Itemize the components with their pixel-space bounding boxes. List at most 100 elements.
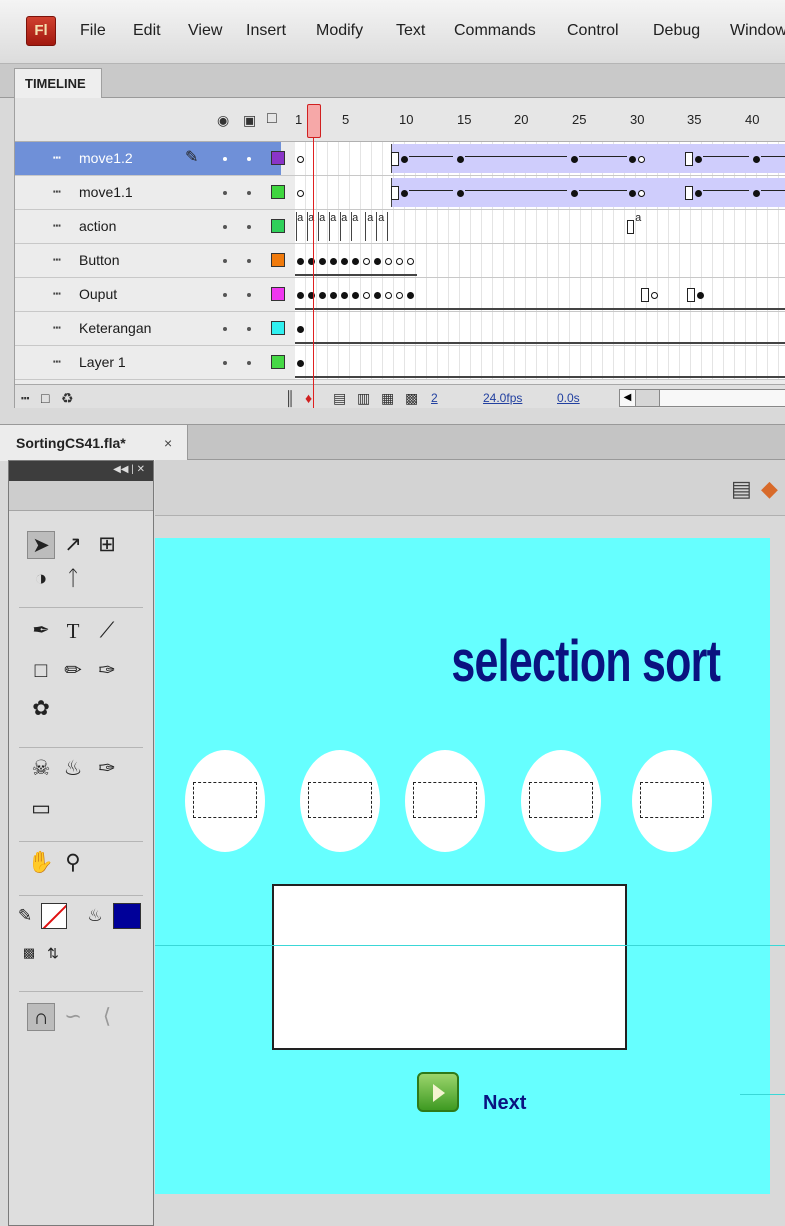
layer-row-ouput[interactable]: ┅ Ouput [15,278,785,312]
onion-skin-icon[interactable]: ▤ [333,390,346,407]
swap-colors-icon[interactable]: ⇅ [39,939,67,967]
keyframe-dot[interactable] [571,190,578,197]
frames-row[interactable] [295,142,785,175]
keyframe-dot[interactable] [457,190,464,197]
rectangle-tool-icon[interactable]: □ [27,657,55,685]
smooth-icon[interactable]: ∽ [59,1003,87,1031]
deco-tool-icon[interactable]: ✿ [27,695,55,723]
frame-action-label[interactable]: a [341,214,348,225]
keyframe-dot[interactable] [352,258,359,265]
frames-row[interactable] [295,346,785,379]
layer-color-box[interactable] [271,253,285,267]
scroll-thumb[interactable] [636,390,660,406]
lasso-tool-icon[interactable]: ᛏ [59,565,87,593]
layer-name[interactable]: Layer 1 [79,354,126,370]
keyframe[interactable] [627,220,634,234]
blank-keyframe[interactable] [363,258,370,265]
lock-dot[interactable] [247,157,251,161]
3d-rotation-tool-icon[interactable]: ◑ [27,565,55,593]
keyframe-dot[interactable] [753,190,760,197]
center-frame-icon[interactable]: ♦ [305,390,312,406]
keyframe-dot[interactable] [407,292,414,299]
keyframe-dot[interactable] [352,292,359,299]
layer-color-box[interactable] [271,287,285,301]
number-circle[interactable] [185,750,265,852]
delete-layer-icon[interactable]: ♻ [61,390,74,407]
menu-edit[interactable]: Edit [133,22,161,40]
playhead-marker[interactable] [307,104,321,138]
visibility-dot[interactable] [223,191,227,195]
tools-panel-header[interactable]: ◀◀ | ✕ [9,461,153,481]
blank-keyframe[interactable] [297,190,304,197]
show-hide-eye-icon[interactable]: ◉ [217,112,229,129]
number-input-field[interactable] [308,782,372,818]
blank-keyframe[interactable] [638,190,645,197]
eraser-tool-icon[interactable]: ▭ [27,795,55,823]
layer-name[interactable]: Button [79,252,119,268]
pencil-tool-icon[interactable]: ✏ [59,657,87,685]
menu-file[interactable]: File [80,22,106,40]
lock-dot[interactable] [247,293,251,297]
keyframe-dot[interactable] [330,258,337,265]
edit-multiple-frames-icon[interactable]: ▦ [381,390,394,407]
frames-row[interactable] [295,278,785,311]
keyframe[interactable] [685,152,693,166]
modify-onion-markers-icon[interactable]: ▩ [405,390,418,407]
layer-color-box[interactable] [271,219,285,233]
blank-keyframe[interactable] [363,292,370,299]
text-tool-icon[interactable]: T [59,617,87,645]
menu-modify[interactable]: Modify [316,22,363,40]
layer-row-keterangan[interactable]: ┅ Keterangan [15,312,785,346]
visibility-dot[interactable] [223,293,227,297]
keyframe[interactable] [641,288,649,302]
frames-row[interactable] [295,312,785,345]
layer-color-box[interactable] [271,321,285,335]
keyframe-dot[interactable] [297,292,304,299]
frame-action-label[interactable]: a [367,214,374,225]
frame-action-label[interactable]: a [635,214,642,225]
zoom-tool-icon[interactable]: ⚲ [59,849,87,877]
keyframe-dot[interactable] [695,156,702,163]
frames-row[interactable] [295,176,785,209]
blank-keyframe[interactable] [638,156,645,163]
menu-debug[interactable]: Debug [653,22,700,40]
layer-color-box[interactable] [271,185,285,199]
blank-keyframe[interactable] [297,156,304,163]
visibility-dot[interactable] [223,225,227,229]
lock-icon[interactable]: ▣ [243,112,256,129]
number-input-field[interactable] [193,782,257,818]
number-input-field[interactable] [640,782,704,818]
blank-keyframe[interactable] [407,258,414,265]
lock-dot[interactable] [247,327,251,331]
keyframe-dot[interactable] [697,292,704,299]
keyframe-dot[interactable] [319,292,326,299]
keyframe-dot[interactable] [571,156,578,163]
layer-name[interactable]: Keterangan [79,320,151,336]
snap-to-objects-icon[interactable]: ∩ [27,1003,55,1031]
keyframe-dot[interactable] [297,326,304,333]
next-button[interactable] [417,1072,459,1112]
new-layer-icon[interactable]: ┅ [21,390,29,407]
menu-window[interactable]: Window [730,22,785,40]
keyframe[interactable] [391,152,399,166]
number-circle[interactable] [632,750,712,852]
edit-scene-icon[interactable]: ▤ [731,476,752,502]
layer-row-move1-2[interactable]: ┅ move1.2 ✎ [15,142,785,176]
keyframe-dot[interactable] [629,156,636,163]
output-text-box[interactable] [272,884,627,1050]
blank-keyframe[interactable] [385,258,392,265]
onion-skin-outlines-icon[interactable]: ▥ [357,390,370,407]
keyframe[interactable] [391,186,399,200]
motion-tween[interactable] [391,144,785,173]
layer-row-action[interactable]: ┅ action a a a a a a a a a [15,210,785,244]
layer-row-move1-1[interactable]: ┅ move1.1 [15,176,785,210]
outline-icon[interactable]: □ [267,110,277,128]
keyframe[interactable] [685,186,693,200]
layer-row-button[interactable]: ┅ Button [15,244,785,278]
visibility-dot[interactable] [223,327,227,331]
current-frame[interactable]: 2 [431,391,438,405]
visibility-dot[interactable] [223,361,227,365]
subselection-tool-icon[interactable]: ↗ [59,531,87,559]
frame-action-label[interactable]: a [378,214,385,225]
scroll-grip-icon[interactable]: ║ [285,390,295,406]
